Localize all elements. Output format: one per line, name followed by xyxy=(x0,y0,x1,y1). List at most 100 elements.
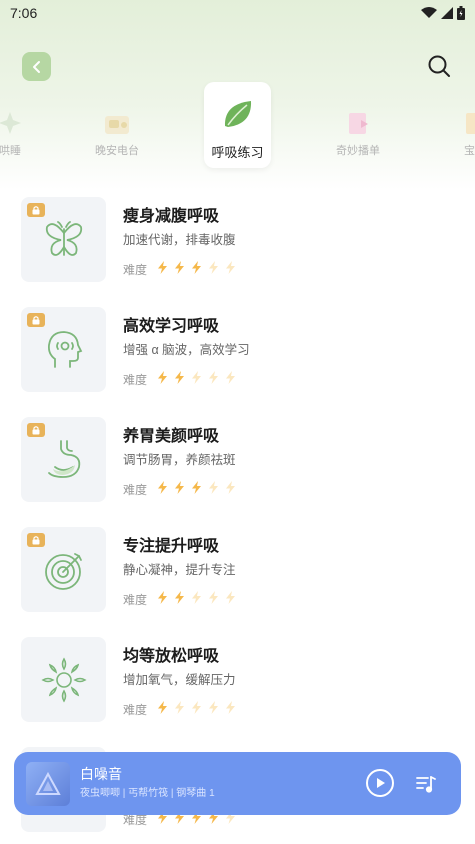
bolt-filled-icon xyxy=(158,261,168,274)
playlist-music-icon xyxy=(416,776,436,793)
bolt-filled-icon xyxy=(158,481,168,494)
sleep-icon xyxy=(0,112,21,134)
bolt-filled-icon xyxy=(175,371,185,384)
item-thumbnail xyxy=(21,307,106,392)
radio-icon xyxy=(105,116,129,134)
bolt-filled-icon xyxy=(192,261,202,274)
difficulty-label: 难度 xyxy=(123,373,148,387)
item-subtitle: 调节肠胃，养颜祛斑 xyxy=(123,453,236,467)
treasure-icon xyxy=(466,113,475,134)
list-item[interactable]: 养胃美颜呼吸 调节肠胃，养颜祛斑 难度 xyxy=(0,415,475,505)
bolt-empty-icon xyxy=(175,701,185,714)
difficulty-rating: 难度 xyxy=(123,260,240,279)
stomach-icon xyxy=(47,439,80,478)
bolt-empty-icon xyxy=(209,261,219,274)
item-title: 瘦身减腹呼吸 xyxy=(123,208,220,225)
bolt-empty-icon xyxy=(209,701,219,714)
item-title: 养胃美颜呼吸 xyxy=(123,428,220,445)
difficulty-label: 难度 xyxy=(123,703,148,717)
tab-breathing[interactable]: 呼吸练习 xyxy=(204,82,271,168)
lock-icon xyxy=(27,533,45,547)
tab-radio[interactable]: 晚安电台 xyxy=(77,110,157,158)
difficulty-bolts xyxy=(155,370,240,389)
item-subtitle: 加速代谢，排毒收腹 xyxy=(123,233,236,247)
lock-icon xyxy=(27,313,45,327)
play-icon xyxy=(377,778,385,788)
battery-icon xyxy=(457,6,465,20)
player-cover xyxy=(26,762,70,806)
difficulty-label: 难度 xyxy=(123,593,148,607)
bolt-empty-icon xyxy=(226,701,236,714)
bolt-filled-icon xyxy=(175,481,185,494)
bolt-empty-icon xyxy=(226,481,236,494)
bolt-empty-icon xyxy=(209,481,219,494)
chevron-left-icon xyxy=(32,60,40,73)
status-bar: 7:06 xyxy=(0,0,475,26)
bolt-empty-icon xyxy=(192,371,202,384)
mini-player[interactable]: 白噪音 夜虫唧唧 | 丐帮竹筏 | 钢琴曲 1 xyxy=(14,752,461,815)
bolt-filled-icon xyxy=(192,481,202,494)
item-title: 高效学习呼吸 xyxy=(123,318,220,335)
leaf-icon xyxy=(224,101,251,127)
list-item[interactable]: 专注提升呼吸 静心凝神，提升专注 难度 xyxy=(0,525,475,615)
tab-treasure[interactable]: 宝藏 xyxy=(435,110,475,158)
tab-label: 呼吸练习 xyxy=(211,145,264,160)
tab-label: 宝藏 xyxy=(464,145,475,157)
difficulty-rating: 难度 xyxy=(123,480,240,499)
play-button[interactable] xyxy=(366,769,394,797)
player-subtitle: 夜虫唧唧 | 丐帮竹筏 | 钢琴曲 1 xyxy=(80,788,215,799)
item-subtitle: 增强 α 脑波，高效学习 xyxy=(123,343,250,357)
bolt-filled-icon xyxy=(158,371,168,384)
bolt-filled-icon xyxy=(175,261,185,274)
tab-label: 奇妙播单 xyxy=(336,145,380,157)
playlist-button[interactable] xyxy=(414,772,438,796)
item-title: 均等放松呼吸 xyxy=(123,648,220,665)
lock-icon xyxy=(27,203,45,217)
brain-head-icon xyxy=(47,330,82,368)
bolt-empty-icon xyxy=(192,591,202,604)
playlist-icon xyxy=(349,113,368,134)
difficulty-rating: 难度 xyxy=(123,370,240,389)
difficulty-label: 难度 xyxy=(123,483,148,497)
bolt-empty-icon xyxy=(226,371,236,384)
item-title: 专注提升呼吸 xyxy=(123,538,220,555)
difficulty-bolts xyxy=(155,590,240,609)
item-thumbnail xyxy=(21,417,106,502)
wifi-icon xyxy=(421,7,437,18)
difficulty-rating: 难度 xyxy=(123,700,240,719)
tab-playlist[interactable]: 奇妙播单 xyxy=(318,110,398,158)
bolt-empty-icon xyxy=(226,591,236,604)
bolt-empty-icon xyxy=(209,371,219,384)
bolt-empty-icon xyxy=(192,701,202,714)
item-subtitle: 增加氧气，缓解压力 xyxy=(123,673,236,687)
player-title: 白噪音 xyxy=(80,766,122,782)
list-item[interactable]: 均等放松呼吸 增加氧气，缓解压力 难度 xyxy=(0,635,475,725)
search-icon xyxy=(428,55,450,77)
search-button[interactable] xyxy=(425,52,453,80)
difficulty-bolts xyxy=(155,700,240,719)
item-thumbnail xyxy=(21,637,106,722)
difficulty-bolts xyxy=(155,480,240,499)
back-button[interactable] xyxy=(22,52,51,81)
bolt-filled-icon xyxy=(158,701,168,714)
sun-leaf-icon xyxy=(40,656,87,703)
lock-icon xyxy=(27,423,45,437)
difficulty-rating: 难度 xyxy=(123,590,240,609)
list-item[interactable]: 高效学习呼吸 增强 α 脑波，高效学习 难度 xyxy=(0,305,475,395)
signal-icon xyxy=(441,7,453,19)
tab-label: 晚安电台 xyxy=(95,145,139,157)
category-tabs: 哄睡 晚安电台 呼吸练习 奇妙播单 宝藏 xyxy=(0,80,475,175)
bolt-filled-icon xyxy=(158,591,168,604)
butterfly-icon xyxy=(45,220,82,256)
difficulty-label: 难度 xyxy=(123,263,148,277)
item-thumbnail xyxy=(21,527,106,612)
status-time: 7:06 xyxy=(10,5,38,21)
tab-sleep[interactable]: 哄睡 xyxy=(0,110,50,158)
item-thumbnail xyxy=(21,197,106,282)
difficulty-bolts xyxy=(155,260,240,279)
status-icons xyxy=(421,6,465,20)
bolt-empty-icon xyxy=(226,261,236,274)
tab-label: 哄睡 xyxy=(0,145,21,157)
target-icon xyxy=(44,552,82,590)
list-item[interactable]: 瘦身减腹呼吸 加速代谢，排毒收腹 难度 xyxy=(0,195,475,285)
